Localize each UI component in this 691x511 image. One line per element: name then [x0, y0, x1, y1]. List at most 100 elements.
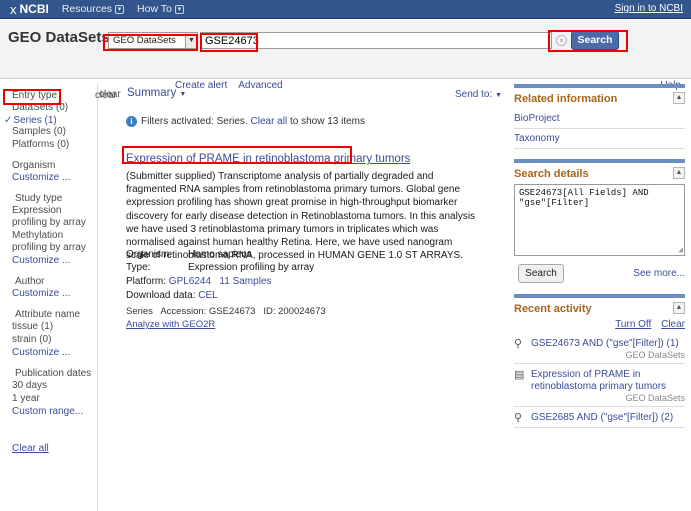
- recent-activity-turn-off[interactable]: Turn Off: [615, 319, 651, 330]
- results-clear-link[interactable]: clear: [99, 89, 121, 100]
- recent-activity-actions: Turn Off Clear: [514, 319, 685, 330]
- analyze-geo2r-link[interactable]: Analyze with GEO2R: [126, 319, 215, 330]
- facet-group-title: Entry type: [12, 90, 58, 101]
- recent-activity-link[interactable]: Expression of PRAME in retinoblastoma pr…: [531, 369, 685, 393]
- ncbi-logo[interactable]: x NCBI: [10, 2, 49, 17]
- facet-group-title: Attribute name: [15, 309, 81, 320]
- send-to-dropdown[interactable]: Send to: ▼: [455, 89, 502, 100]
- related-link-taxonomy[interactable]: Taxonomy: [514, 129, 685, 149]
- facet-item-datasets-0[interactable]: DataSets (0): [12, 102, 97, 114]
- facet-spacer: [8, 360, 97, 368]
- collapse-icon[interactable]: ▲: [673, 92, 685, 104]
- result-title-link[interactable]: Expression of PRAME in retinoblastoma pr…: [126, 153, 410, 165]
- facet-item-1-year[interactable]: 1 year: [12, 393, 97, 405]
- recent-activity-body: GSE2685 AND ("gse"[Filter]) (2): [531, 412, 685, 424]
- resize-grip-icon[interactable]: ◢: [678, 245, 683, 255]
- facet-item-label: Customize ...: [12, 255, 71, 266]
- meta-platform-key: Platform:: [126, 276, 167, 287]
- facet-group-title: Author: [15, 276, 45, 287]
- facet-item-label: strain (0): [12, 334, 52, 345]
- recent-activity-link[interactable]: GSE24673 AND ("gse"[Filter]) (1): [531, 338, 685, 350]
- facet-item-customize[interactable]: Customize ...: [12, 288, 97, 300]
- menu-resources[interactable]: Resources ▾: [62, 3, 125, 15]
- facet-spacer: [8, 152, 97, 160]
- facet-item-samples-0[interactable]: Samples (0): [12, 126, 97, 138]
- facet-item-expression-profiling-by-array[interactable]: Expression profiling by array: [12, 205, 97, 229]
- search-header: GEO DataSets GEO DataSets ▼ × Search Cre…: [0, 20, 691, 91]
- collapse-icon[interactable]: ▲: [673, 167, 685, 179]
- see-more-link[interactable]: See more...: [633, 268, 685, 279]
- facet-group-title: Publication dates: [15, 368, 92, 379]
- facet-item-series-1[interactable]: ✓Series (1): [4, 115, 97, 126]
- facet-item-customize[interactable]: Customize ...: [12, 172, 97, 184]
- recent-activity-title: Recent activity: [514, 303, 592, 315]
- facet-item-strain-0[interactable]: strain (0): [12, 334, 97, 346]
- display-format-dropdown[interactable]: Summary ▼: [127, 87, 186, 99]
- results-toolbar: clear Summary ▼ Send to: ▼: [99, 84, 505, 106]
- recent-activity-header: Recent activity ▲: [514, 302, 685, 315]
- recent-activity-database: GEO DataSets: [625, 350, 685, 360]
- facet-item-tissue-1[interactable]: tissue (1): [12, 321, 97, 333]
- recent-activity-link[interactable]: GSE2685 AND ("gse"[Filter]) (2): [531, 412, 685, 424]
- panel-accent-bar: [514, 159, 685, 163]
- recent-activity-item[interactable]: ▤ Expression of PRAME in retinoblastoma p…: [514, 364, 685, 407]
- chevron-down-icon[interactable]: ▼: [186, 32, 198, 49]
- search-button[interactable]: Search: [571, 31, 619, 50]
- menu-how-to[interactable]: How To ▾: [137, 3, 184, 15]
- search-icon: ⚲: [514, 338, 523, 350]
- facet-item-label: Expression profiling by array: [12, 205, 86, 228]
- search-details-search-button[interactable]: Search: [518, 264, 564, 283]
- search-details-title: Search details: [514, 168, 589, 180]
- page-title: GEO DataSets: [8, 29, 110, 46]
- meta-organism: Organism: Homo sapiens: [126, 248, 486, 261]
- facet-item-label: DataSets (0): [12, 102, 69, 113]
- meta-entry-type: Series: [126, 306, 153, 317]
- chevron-down-icon: ▾: [115, 4, 125, 14]
- clear-query-icon[interactable]: ×: [556, 35, 567, 46]
- facet-item-label: Methylation profiling by array: [12, 230, 86, 253]
- search-icon: ⚲: [514, 412, 523, 424]
- database-select[interactable]: GEO DataSets: [108, 32, 186, 49]
- facet-item-30-days[interactable]: 30 days: [12, 380, 97, 392]
- search-details-actions: Search See more...: [514, 264, 685, 284]
- recent-activity-item[interactable]: ⚲ GSE2685 AND ("gse"[Filter]) (2): [514, 407, 685, 428]
- filter-clear-all-link[interactable]: Clear all: [251, 116, 288, 127]
- samples-link[interactable]: 11 Samples: [219, 276, 271, 287]
- facet-item-label: 1 year: [12, 393, 40, 404]
- meta-download-key: Download data:: [126, 290, 196, 301]
- ncbi-logo-text: NCBI: [19, 2, 49, 16]
- facet-group-title: Organism: [12, 160, 56, 171]
- meta-organism-key: Organism:: [126, 249, 173, 260]
- search-input[interactable]: [200, 32, 552, 49]
- facet-item-label: Custom range...: [12, 406, 84, 417]
- facet-sidebar: Entry type DataSets (0) ✓Series (1) Samples…: [0, 84, 117, 511]
- search-details-query: GSE24673[All Fields] AND "gse"[Filter]: [519, 188, 649, 208]
- recent-activity-database: GEO DataSets: [625, 393, 685, 403]
- recent-activity-clear[interactable]: Clear: [661, 319, 685, 330]
- facet-item-label: Samples (0): [12, 126, 66, 137]
- facet-item-customize[interactable]: Customize ...: [12, 255, 97, 267]
- meta-id-value: 200024673: [278, 306, 326, 317]
- facet-item-customize[interactable]: Customize ...: [12, 347, 97, 359]
- meta-type: Type: Expression profiling by array: [126, 261, 486, 274]
- facet-item-label: Customize ...: [12, 288, 71, 299]
- meta-organism-value: Homo sapiens: [188, 249, 252, 260]
- facet-item-methylation-profiling-by-array[interactable]: Methylation profiling by array: [12, 230, 97, 254]
- download-cel-link[interactable]: CEL: [198, 290, 217, 301]
- sign-in-link[interactable]: Sign in to NCBI: [615, 3, 683, 14]
- collapse-icon[interactable]: ▲: [673, 302, 685, 314]
- chevron-down-icon: ▼: [495, 92, 502, 99]
- facet-item-custom-range[interactable]: Custom range...: [12, 406, 97, 418]
- facet-item-label: Customize ...: [12, 172, 71, 183]
- facet-clear-all[interactable]: Clear all: [12, 443, 97, 454]
- search-details-header: Search details ▲: [514, 167, 685, 180]
- related-link-bioproject[interactable]: BioProject: [514, 109, 685, 129]
- recent-activity-item[interactable]: ⚲ GSE24673 AND ("gse"[Filter]) (1) GEO Dat…: [514, 333, 685, 364]
- facet-item-platforms-0[interactable]: Platforms (0): [12, 139, 97, 151]
- facet-item-label: tissue (1): [12, 321, 54, 332]
- platform-link[interactable]: GPL6244: [169, 276, 211, 287]
- search-details-textarea[interactable]: GSE24673[All Fields] AND "gse"[Filter] ◢: [514, 184, 685, 256]
- panel-accent-bar: [514, 294, 685, 298]
- meta-id-key: ID:: [263, 306, 276, 317]
- info-icon: i: [126, 116, 137, 127]
